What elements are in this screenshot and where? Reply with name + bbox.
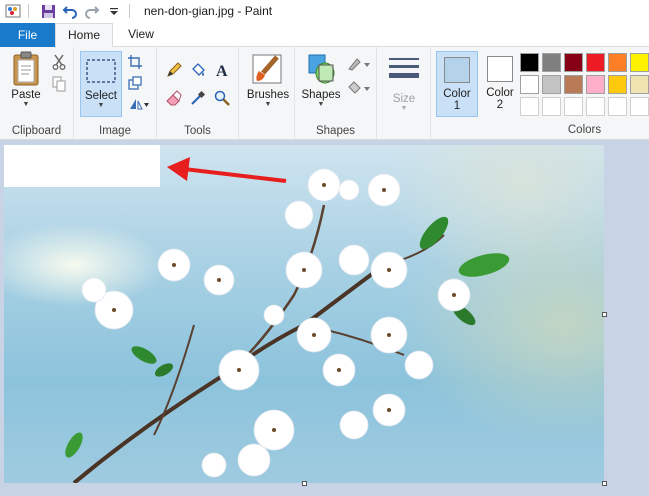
canvas-workspace[interactable]: [0, 141, 649, 496]
palette-swatch[interactable]: [564, 53, 583, 72]
color2-button[interactable]: Color 2: [480, 51, 520, 117]
chevron-down-icon: ▼: [400, 105, 408, 112]
size-label: Size: [392, 93, 416, 105]
palette-swatch[interactable]: [608, 75, 627, 94]
tools-group-label: Tools: [184, 125, 211, 137]
chevron-down-icon: ▼: [264, 101, 272, 108]
palette-custom-slot[interactable]: [630, 97, 649, 116]
select-label: Select: [85, 90, 117, 102]
palette-custom-slot[interactable]: [542, 97, 561, 116]
palette-custom-slot[interactable]: [586, 97, 605, 116]
size-button[interactable]: Size ▼: [383, 55, 425, 113]
color1-label: Color: [443, 88, 471, 100]
resize-handle-right[interactable]: [602, 312, 607, 317]
clipboard-icon: [13, 51, 39, 86]
magnifier-icon[interactable]: [213, 89, 231, 107]
eraser-icon[interactable]: [165, 89, 183, 107]
palette-swatch[interactable]: [520, 75, 539, 94]
palette-swatch[interactable]: [542, 75, 561, 94]
palette-swatch[interactable]: [520, 53, 539, 72]
tab-file[interactable]: File: [0, 23, 55, 47]
palette-swatch[interactable]: [542, 53, 561, 72]
tools-group: A Tools: [157, 47, 239, 139]
fill-bucket-icon[interactable]: [189, 61, 207, 79]
pencil-icon[interactable]: [165, 61, 183, 79]
paste-button[interactable]: Paste ▼: [6, 51, 46, 109]
chevron-down-icon: ▼: [317, 101, 325, 108]
title-bar: nen-don-gian.jpg - Paint: [0, 0, 649, 22]
color1-button[interactable]: Color 1: [436, 51, 478, 117]
redacted-region: [4, 145, 160, 187]
svg-text:A: A: [216, 63, 228, 78]
toolbar-separator: [129, 4, 130, 18]
colors-group-label: Colors: [567, 124, 602, 136]
palette-swatch[interactable]: [586, 53, 605, 72]
palette-swatch[interactable]: [630, 75, 649, 94]
shapes-group-label: Shapes: [315, 125, 355, 137]
image-group: Select ▼ Image: [74, 47, 157, 139]
color1-swatch: [444, 57, 470, 83]
resize-icon[interactable]: [126, 74, 144, 92]
customize-dropdown-icon[interactable]: [105, 2, 123, 20]
cut-icon[interactable]: [50, 53, 68, 71]
shapes-group: Shapes ▼ Shapes: [295, 47, 377, 139]
ribbon-tabs: File Home View: [0, 22, 649, 48]
crop-icon[interactable]: [126, 53, 144, 71]
color2-label: Color: [486, 87, 514, 99]
brushes-label: Brushes: [246, 89, 290, 101]
palette-custom-slot[interactable]: [608, 97, 627, 116]
fill-icon[interactable]: [347, 79, 371, 97]
palette-swatch[interactable]: [608, 53, 627, 72]
line-width-icon: [389, 58, 419, 78]
tab-home[interactable]: Home: [55, 23, 113, 48]
palette-swatch[interactable]: [586, 75, 605, 94]
palette-custom-slot[interactable]: [520, 97, 539, 116]
window-title: nen-don-gian.jpg - Paint: [144, 4, 273, 18]
brushes-group: Brushes ▼: [239, 47, 295, 139]
rotate-icon[interactable]: [126, 95, 152, 113]
redo-icon[interactable]: [83, 2, 101, 20]
shapes-label: Shapes: [301, 89, 341, 101]
text-tool-icon[interactable]: A: [213, 61, 231, 79]
paste-label: Paste: [11, 89, 41, 101]
selection-rectangle-icon: [86, 59, 116, 83]
cherry-blossom-photo: [65, 157, 510, 483]
ribbon-home: Paste ▼ Clipboard Select ▼ Image A Tools…: [0, 47, 649, 140]
save-icon[interactable]: [39, 2, 57, 20]
palette-swatch[interactable]: [564, 75, 583, 94]
paint-app-icon[interactable]: [4, 2, 22, 20]
chevron-down-icon: ▼: [22, 101, 30, 108]
brushes-button[interactable]: Brushes ▼: [243, 51, 293, 109]
outline-icon[interactable]: [347, 55, 371, 73]
canvas-image[interactable]: [4, 145, 604, 483]
select-button[interactable]: Select ▼: [80, 51, 122, 117]
size-group: Size ▼: [377, 47, 431, 139]
palette-custom-slot[interactable]: [564, 97, 583, 116]
quick-access-toolbar: [0, 0, 136, 22]
clipboard-group-label: Clipboard: [11, 125, 62, 137]
toolbar-separator: [28, 4, 29, 18]
color2-number: 2: [496, 99, 504, 111]
undo-icon[interactable]: [61, 2, 79, 20]
tab-view[interactable]: View: [115, 23, 167, 48]
copy-icon[interactable]: [50, 75, 68, 93]
palette-swatch[interactable]: [630, 53, 649, 72]
resize-handle-corner[interactable]: [602, 481, 607, 486]
image-group-label: Image: [99, 125, 131, 137]
chevron-down-icon: ▼: [97, 102, 105, 109]
shapes-button[interactable]: Shapes ▼: [299, 51, 343, 109]
brush-icon: [252, 54, 282, 84]
clipboard-group: Paste ▼ Clipboard: [0, 47, 74, 139]
shapes-icon: [308, 54, 335, 84]
color1-number: 1: [453, 100, 461, 112]
color-picker-icon[interactable]: [189, 89, 207, 107]
color2-swatch: [487, 56, 513, 82]
resize-handle-bottom[interactable]: [302, 481, 307, 486]
